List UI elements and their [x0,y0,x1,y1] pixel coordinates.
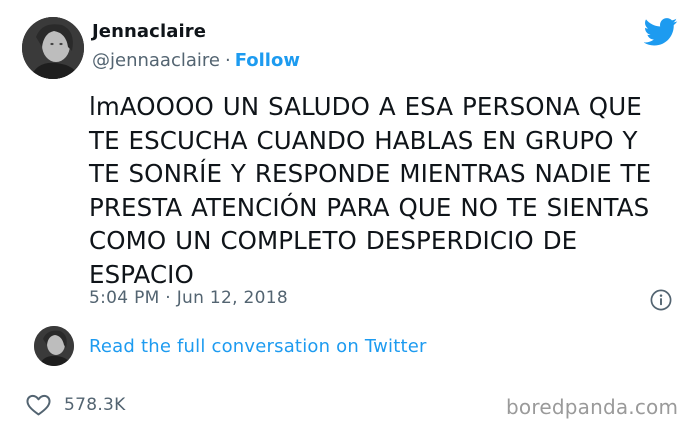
separator-dot: · [224,50,231,71]
author-name[interactable]: Jennaclaire [92,21,206,42]
tweet-timestamp[interactable]: 5:04 PM · Jun 12, 2018 [89,288,288,308]
author-handle-line: @jennaaclaire · Follow [92,50,300,71]
follow-button[interactable]: Follow [235,50,300,71]
twitter-bird-icon[interactable] [644,18,678,46]
like-count: 578.3K [64,395,126,415]
watermark: boredpanda.com [506,395,679,419]
tweet-text: lmAOOOO UN SALUDO A ESA PERSONA QUE TE E… [89,92,652,289]
conversation-avatar [34,326,74,366]
author-avatar[interactable] [22,17,84,79]
heart-icon [26,394,51,416]
read-full-conversation-link[interactable]: Read the full conversation on Twitter [89,336,427,357]
info-icon[interactable] [650,289,672,311]
tweet-card: Jennaclaire @jennaaclaire · Follow lmAOOOO… [0,0,700,431]
like-button[interactable]: 578.3K [26,392,126,418]
author-handle[interactable]: @jennaaclaire [92,50,220,71]
